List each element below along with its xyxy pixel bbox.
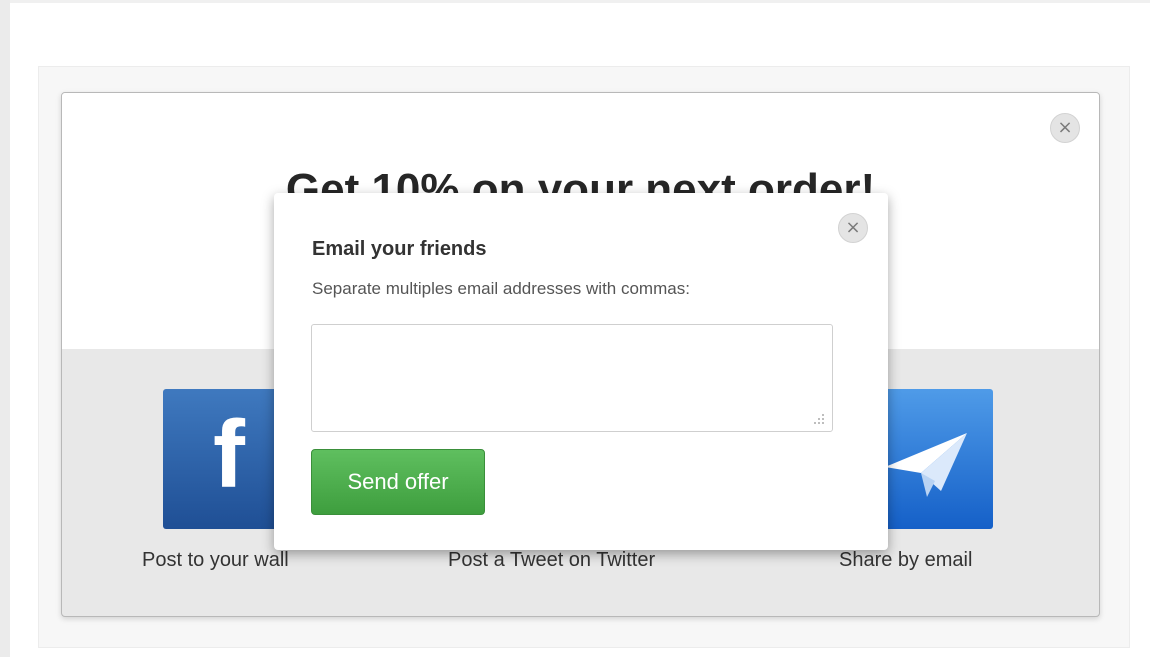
twitter-share-label[interactable]: Post a Tweet on Twitter — [448, 549, 655, 572]
facebook-share-label[interactable]: Post to your wall — [142, 549, 289, 572]
dialog-description: Separate multiples email addresses with … — [312, 279, 690, 298]
window-left-edge — [0, 0, 10, 657]
window-top-edge — [0, 0, 1150, 3]
dialog-close-button[interactable]: × — [838, 213, 868, 243]
resize-grip-icon[interactable] — [811, 412, 825, 426]
facebook-icon: f — [213, 401, 245, 508]
offer-close-button[interactable]: × — [1050, 113, 1080, 143]
close-icon: × — [1057, 117, 1073, 138]
email-addresses-input[interactable] — [311, 324, 833, 432]
email-friends-dialog: × Email your friends Separate multiples … — [274, 193, 888, 550]
send-offer-button[interactable]: Send offer — [311, 449, 485, 515]
email-share-label[interactable]: Share by email — [839, 549, 972, 572]
dialog-title: Email your friends — [312, 238, 487, 260]
close-icon: × — [845, 217, 861, 238]
